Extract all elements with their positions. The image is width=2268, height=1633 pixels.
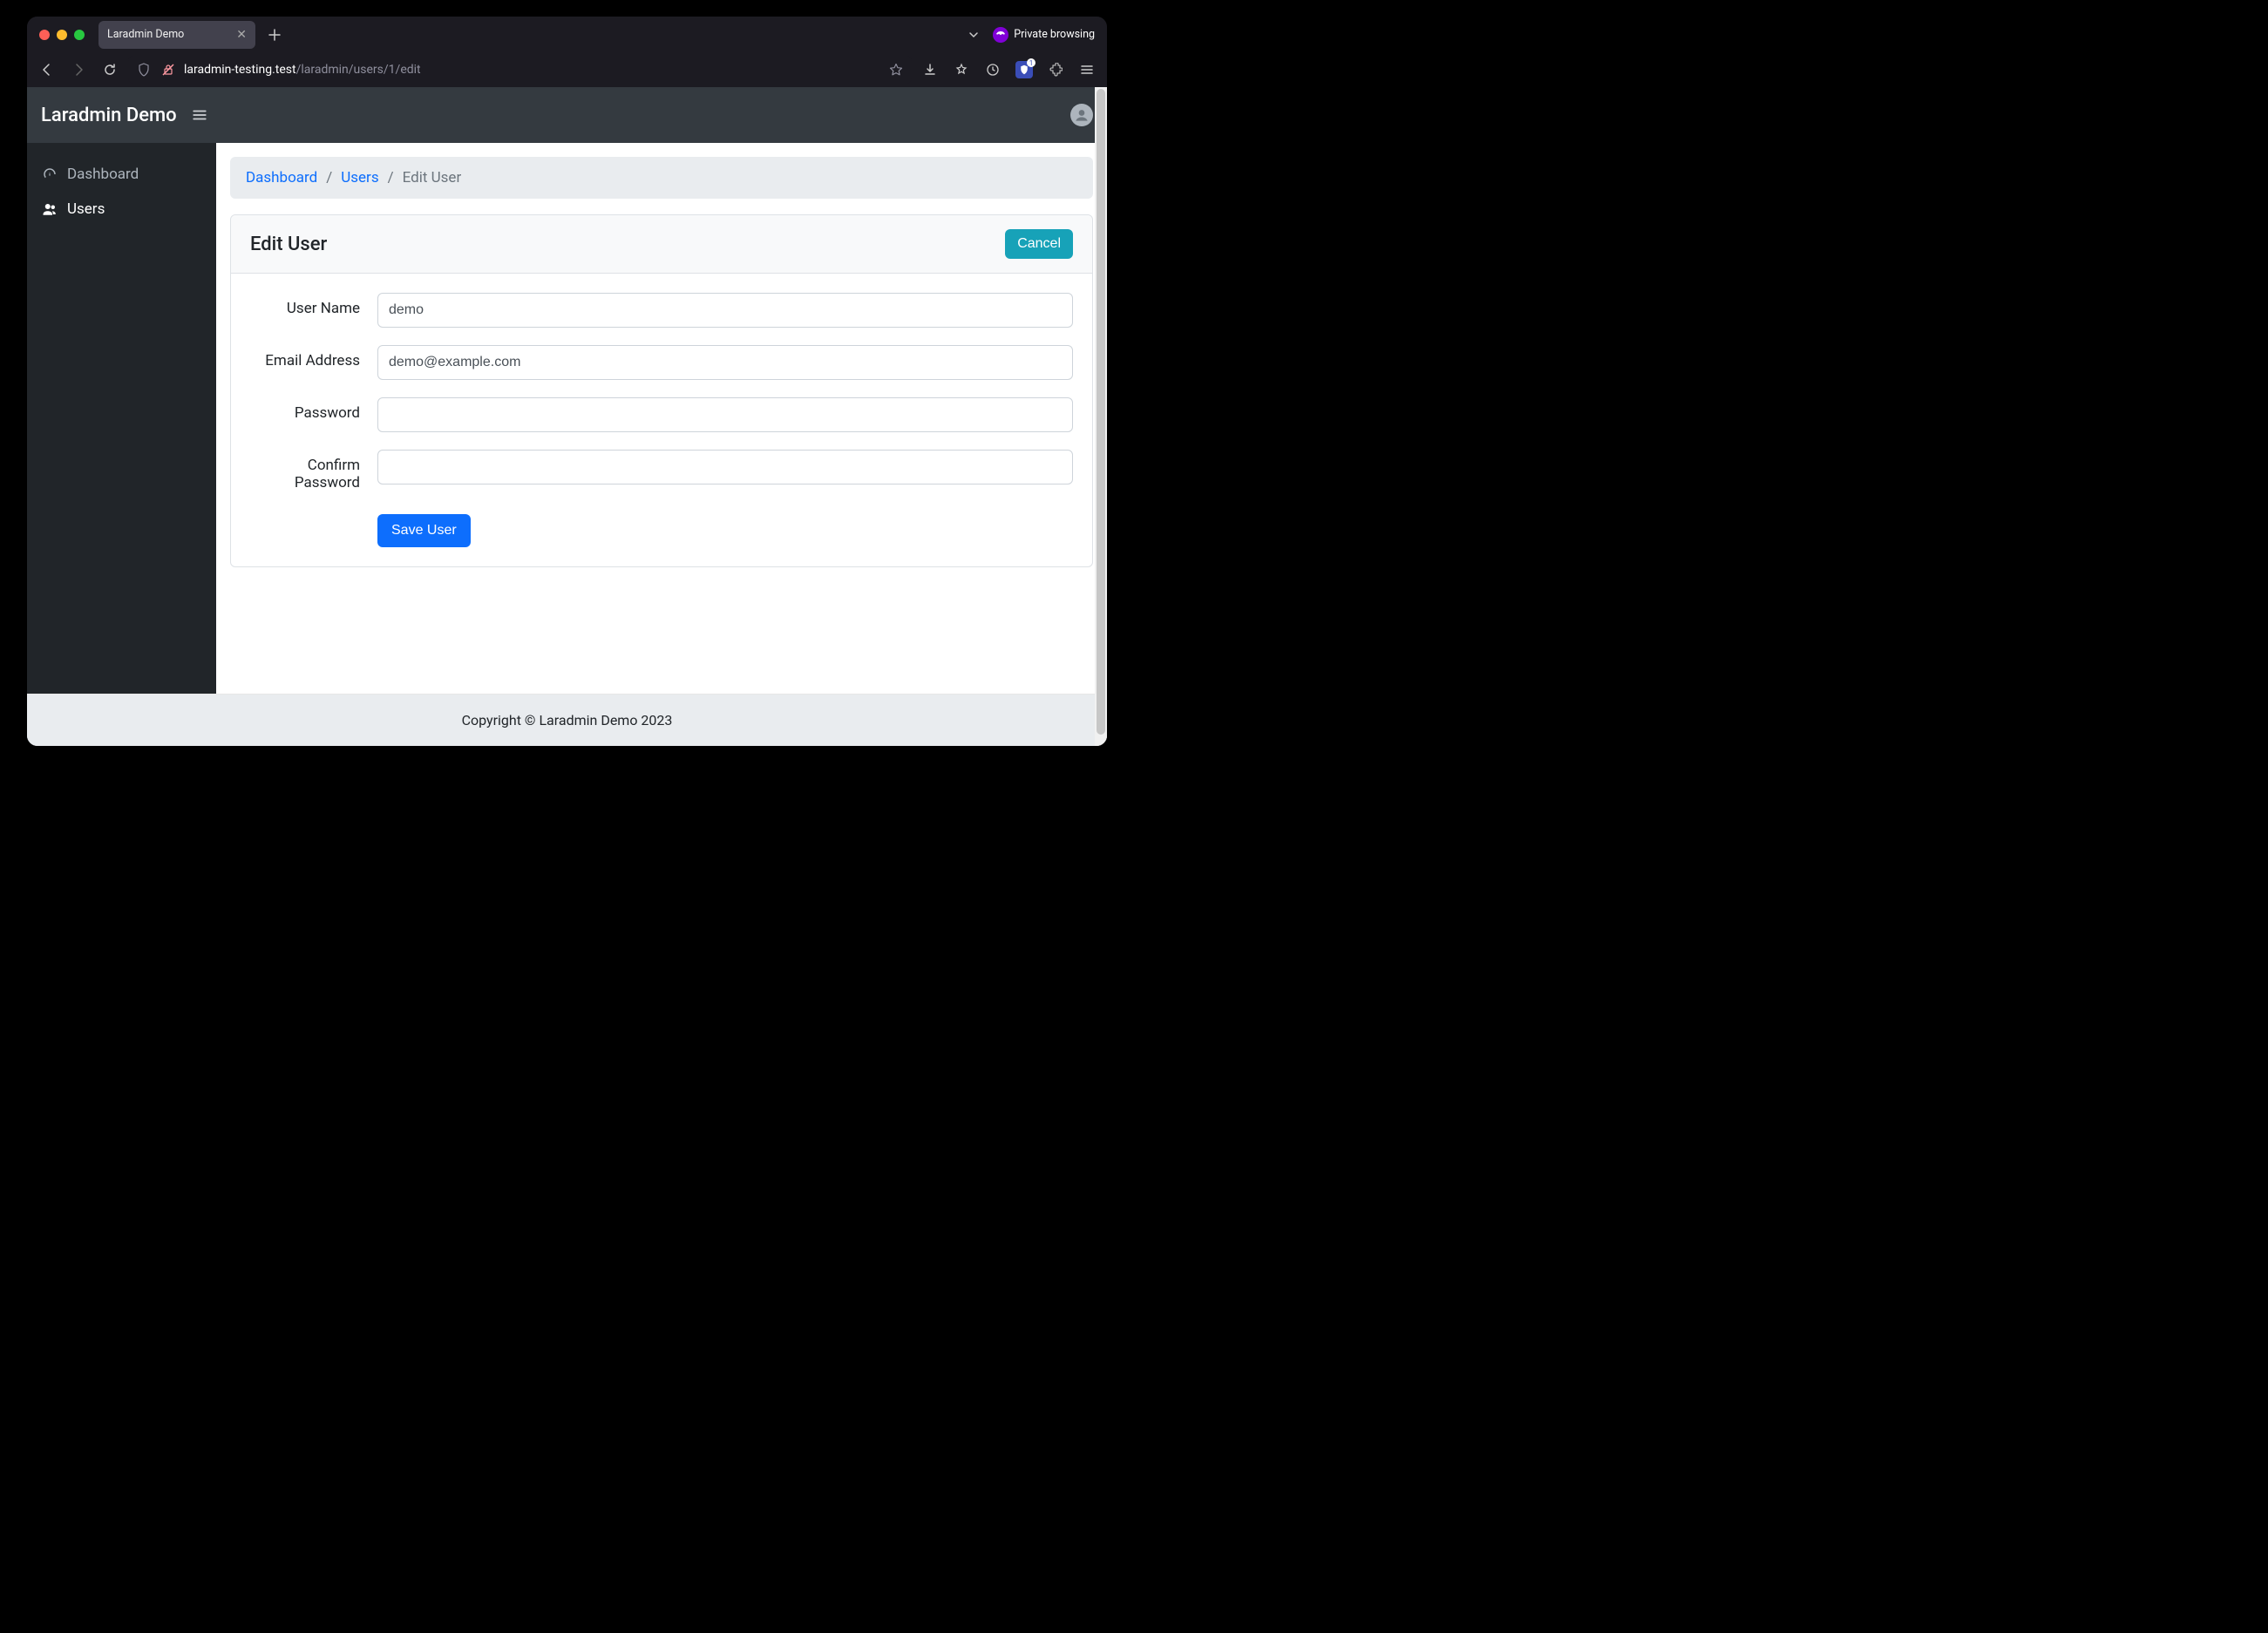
form-row-confirm-password: Confirm Password — [250, 450, 1073, 491]
username-label: User Name — [250, 293, 363, 317]
insecure-lock-icon[interactable] — [160, 63, 177, 77]
breadcrumb-separator: / — [388, 169, 394, 186]
app-footer: Copyright © Laradmin Demo 2023 — [27, 694, 1107, 746]
app-menu-button[interactable] — [1074, 57, 1100, 83]
arrow-left-icon — [40, 63, 54, 77]
shield-icon[interactable] — [135, 63, 153, 77]
back-button[interactable] — [34, 57, 60, 83]
extensions-button[interactable] — [1042, 57, 1069, 83]
save-user-button[interactable]: Save User — [377, 514, 471, 547]
breadcrumb-users-link[interactable]: Users — [341, 169, 378, 186]
puzzle-icon — [1049, 63, 1063, 77]
form-actions: Save User — [250, 509, 1073, 547]
menu-icon — [192, 107, 207, 123]
scrollbar-thumb[interactable] — [1097, 89, 1105, 735]
form-row-password: Password — [250, 397, 1073, 432]
reviews-button[interactable] — [948, 57, 974, 83]
app-body: Dashboard Users Dashboard / Users / Edit… — [27, 143, 1107, 694]
hamburger-icon — [1080, 63, 1094, 77]
breadcrumb: Dashboard / Users / Edit User — [230, 157, 1093, 199]
scrollbar-track[interactable] — [1095, 87, 1107, 746]
confirm-password-label: Confirm Password — [250, 450, 363, 491]
email-label: Email Address — [250, 345, 363, 369]
app-header: Laradmin Demo — [27, 87, 1107, 143]
bookmark-star-icon[interactable] — [887, 63, 905, 77]
user-circle-icon — [1073, 106, 1090, 124]
window-maximize-button[interactable] — [74, 30, 85, 40]
confirm-password-input[interactable] — [377, 450, 1073, 484]
new-tab-button[interactable] — [262, 23, 287, 47]
extension-icon: 1 — [1015, 61, 1033, 78]
arrow-right-icon — [71, 63, 85, 77]
users-icon — [41, 201, 58, 217]
edit-user-card: Edit User Cancel User Name Email Address — [230, 214, 1093, 567]
url-text: laradmin-testing.test/laradmin/users/1/e… — [184, 63, 880, 77]
star-sparkle-icon — [954, 63, 968, 77]
sidebar-item-label: Dashboard — [67, 166, 139, 183]
private-browsing-badge: Private browsing — [993, 27, 1095, 43]
chevron-down-icon — [968, 29, 980, 41]
window-controls — [39, 30, 85, 40]
breadcrumb-separator: / — [326, 169, 332, 186]
downloads-button[interactable] — [917, 57, 943, 83]
password-input[interactable] — [377, 397, 1073, 432]
footer-text: Copyright © Laradmin Demo 2023 — [462, 712, 673, 728]
main-content: Dashboard / Users / Edit User Edit User … — [216, 143, 1107, 694]
cancel-button[interactable]: Cancel — [1005, 229, 1073, 259]
browser-tab-bar: Laradmin Demo ✕ Private browsing — [27, 17, 1107, 52]
user-menu-button[interactable] — [1070, 104, 1093, 126]
private-mask-icon — [993, 27, 1008, 43]
sidebar: Dashboard Users — [27, 143, 216, 694]
tachometer-icon — [41, 166, 58, 182]
page-viewport: Laradmin Demo Dashboard — [27, 87, 1107, 746]
extension-badge[interactable]: 1 — [1011, 57, 1037, 83]
form-row-username: User Name — [250, 293, 1073, 328]
tabs-list-button[interactable] — [961, 23, 986, 47]
window-close-button[interactable] — [39, 30, 50, 40]
sidebar-toggle-button[interactable] — [189, 105, 210, 125]
username-input[interactable] — [377, 293, 1073, 328]
reload-button[interactable] — [97, 57, 123, 83]
extension-badge-count: 1 — [1027, 58, 1036, 67]
card-body: User Name Email Address Pa — [231, 274, 1092, 566]
card-title: Edit User — [250, 234, 1005, 255]
window-minimize-button[interactable] — [57, 30, 67, 40]
reload-icon — [103, 63, 117, 77]
password-label: Password — [250, 397, 363, 422]
browser-tab-title: Laradmin Demo — [107, 28, 229, 41]
app-title: Laradmin Demo — [41, 105, 177, 126]
sidebar-item-users[interactable]: Users — [27, 192, 216, 227]
clock-icon — [986, 63, 1000, 77]
breadcrumb-dashboard-link[interactable]: Dashboard — [246, 169, 317, 186]
email-input[interactable] — [377, 345, 1073, 380]
breadcrumb-current: Edit User — [403, 169, 462, 186]
browser-window: Laradmin Demo ✕ Private browsing — [27, 17, 1107, 746]
browser-toolbar: laradmin-testing.test/laradmin/users/1/e… — [27, 52, 1107, 87]
private-browsing-label: Private browsing — [1014, 28, 1095, 41]
close-tab-icon[interactable]: ✕ — [236, 29, 247, 41]
history-button[interactable] — [980, 57, 1006, 83]
download-icon — [923, 63, 937, 77]
card-header: Edit User Cancel — [231, 215, 1092, 274]
browser-tab[interactable]: Laradmin Demo ✕ — [98, 21, 255, 49]
forward-button — [65, 57, 92, 83]
sidebar-item-dashboard[interactable]: Dashboard — [27, 157, 216, 192]
plus-icon — [268, 29, 281, 41]
sidebar-item-label: Users — [67, 200, 105, 218]
form-row-email: Email Address — [250, 345, 1073, 380]
url-bar[interactable]: laradmin-testing.test/laradmin/users/1/e… — [128, 56, 912, 84]
